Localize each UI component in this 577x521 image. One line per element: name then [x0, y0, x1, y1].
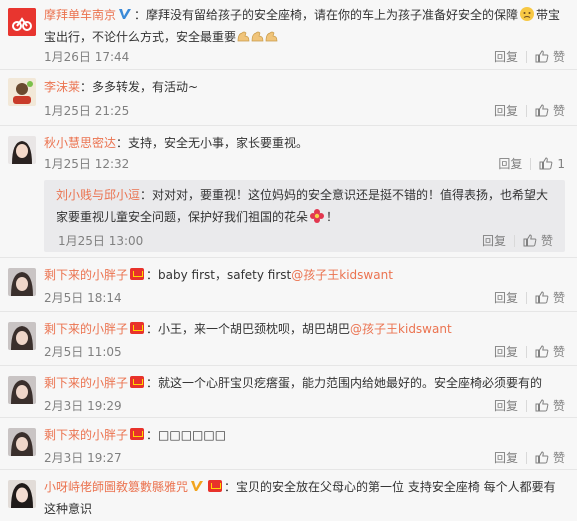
author-name[interactable]: 剩下来的小胖子	[44, 322, 128, 336]
member-badge-icon	[130, 428, 145, 440]
like-label: 赞	[552, 451, 565, 465]
author-name[interactable]: 摩拜单车南京	[44, 8, 116, 22]
divider	[525, 291, 527, 304]
like-button[interactable]: 赞	[535, 449, 565, 466]
member-badge-icon	[130, 322, 145, 334]
divider	[525, 451, 527, 464]
mention-link[interactable]: @孩子王kidswant	[350, 322, 452, 336]
mention-link[interactable]: @孩子王kidswant	[291, 268, 393, 282]
flower-emoji-icon	[310, 209, 325, 223]
comment-text: 刘小贱与邱小逗：对对对，要重视！这位妈妈的安全意识还是挺不错的！值得表扬，也希望…	[56, 188, 549, 224]
verified-badge-icon	[119, 9, 132, 19]
author-name[interactable]: 剩下来的小胖子	[44, 268, 128, 282]
author-name[interactable]: 刘小贱与邱小逗	[56, 188, 140, 202]
reply-button[interactable]: 回复	[494, 397, 518, 414]
like-count: 1	[557, 156, 565, 171]
avatar[interactable]	[8, 322, 36, 350]
reply-button[interactable]: 回复	[494, 48, 518, 65]
comment-item: 小呀峙佬師圖敎篡數縣雅咒 ：宝贝的安全放在父母心的第一位 支持安全座椅 每个人都要…	[0, 470, 577, 521]
avatar[interactable]	[8, 8, 36, 36]
reply-button[interactable]: 回复	[494, 449, 518, 466]
like-button[interactable]: 1	[539, 157, 565, 171]
reply-button[interactable]: 回复	[498, 155, 522, 172]
author-name[interactable]: 秋小慧思密达	[44, 136, 116, 150]
divider	[525, 399, 527, 412]
avatar[interactable]	[8, 136, 36, 164]
comment-time: 1月25日 21:25	[44, 104, 130, 118]
author-name[interactable]: 李沫莱	[44, 80, 80, 94]
comment-time: 1月25日 12:32	[44, 157, 130, 171]
like-button[interactable]: 赞	[523, 232, 553, 249]
reply-button[interactable]: 回复	[482, 232, 506, 249]
member-badge-icon	[130, 376, 145, 388]
avatar[interactable]	[8, 428, 36, 456]
comment-text: 小呀峙佬師圖敎篡數縣雅咒 ：宝贝的安全放在父母心的第一位 支持安全座椅 每个人都要…	[44, 480, 556, 516]
like-label: 赞	[552, 345, 565, 359]
avatar[interactable]	[8, 78, 36, 106]
comment-time: 1月25日 13:00	[58, 234, 144, 248]
comment-time: 1月26日 17:44	[44, 50, 130, 64]
comment-text: 剩下来的小胖子 ：就这一个心肝宝贝疙瘩蛋，能力范围内给她最好的。安全座椅必须要有的	[44, 376, 543, 390]
thumbs-up-icon	[535, 451, 549, 464]
comment-text: 剩下来的小胖子 ：□□□□□□	[44, 428, 227, 442]
comment-text: 李沫莱：多多转发，有活动~	[44, 80, 199, 94]
like-label: 赞	[552, 291, 565, 305]
divider	[525, 104, 527, 117]
thumbs-up-icon	[535, 50, 549, 63]
divider	[513, 234, 515, 247]
avatar[interactable]	[8, 268, 36, 296]
comment-item: 剩下来的小胖子 ：小王，来一个胡巴颈枕呗，胡巴胡巴@孩子王kidswant 2月5…	[0, 312, 577, 366]
comment-text: 剩下来的小胖子 ：小王，来一个胡巴颈枕呗，胡巴胡巴@孩子王kidswant	[44, 322, 452, 336]
comment-list: 摩拜单车南京 ：摩拜没有留给孩子的安全座椅，请在你的车上为孩子准备好安全的保障 带宝…	[0, 0, 577, 521]
comment-item: 剩下来的小胖子 ：baby first，safety first@孩子王kidsw…	[0, 258, 577, 312]
thumbs-up-icon	[539, 157, 553, 170]
reply-button[interactable]: 回复	[494, 343, 518, 360]
like-label: 赞	[540, 234, 553, 248]
avatar[interactable]	[8, 480, 36, 508]
verified-badge-icon	[191, 481, 204, 491]
thumbs-up-icon	[535, 291, 549, 304]
nested-reply: 刘小贱与邱小逗：对对对，要重视！这位妈妈的安全意识还是挺不错的！值得表扬，也希望…	[44, 180, 565, 252]
strong-arm-emoji-icon	[237, 31, 278, 42]
reply-button[interactable]: 回复	[494, 102, 518, 119]
author-name[interactable]: 剩下来的小胖子	[44, 428, 128, 442]
comment-text: 剩下来的小胖子 ：baby first，safety first@孩子王kidsw…	[44, 268, 393, 282]
comment-time: 2月5日 18:14	[44, 291, 122, 305]
comment-text: 秋小慧思密达：支持，安全无小事，家长要重视。	[44, 136, 309, 150]
comment-item: 李沫莱：多多转发，有活动~ 1月25日 21:25 回复 赞	[0, 70, 577, 126]
comment-time: 2月5日 11:05	[44, 345, 122, 359]
divider	[525, 50, 527, 63]
comment-item: 剩下来的小胖子 ：就这一个心肝宝贝疙瘩蛋，能力范围内给她最好的。安全座椅必须要有的…	[0, 366, 577, 418]
like-button[interactable]: 赞	[535, 343, 565, 360]
comment-time: 2月3日 19:27	[44, 451, 122, 465]
comment-item: 剩下来的小胖子 ：□□□□□□ 2月3日 19:27 回复 赞	[0, 418, 577, 470]
like-label: 赞	[552, 399, 565, 413]
author-name[interactable]: 小呀峙佬師圖敎篡數縣雅咒	[44, 480, 188, 494]
member-badge-icon	[130, 268, 145, 280]
thumbs-up-icon	[535, 399, 549, 412]
like-button[interactable]: 赞	[535, 102, 565, 119]
divider	[525, 345, 527, 358]
thumbs-up-icon	[523, 234, 537, 247]
avatar[interactable]	[8, 376, 36, 404]
worried-emoji-icon	[520, 7, 535, 21]
divider	[530, 157, 532, 170]
thumbs-up-icon	[535, 345, 549, 358]
comment-item: 摩拜单车南京 ：摩拜没有留给孩子的安全座椅，请在你的车上为孩子准备好安全的保障 带宝…	[0, 0, 577, 70]
like-label: 赞	[552, 104, 565, 118]
thumbs-up-icon	[535, 104, 549, 117]
like-button[interactable]: 赞	[535, 289, 565, 306]
member-badge-icon	[208, 480, 223, 492]
comment-time: 2月3日 19:29	[44, 399, 122, 413]
author-name[interactable]: 剩下来的小胖子	[44, 376, 128, 390]
comment-text: 摩拜单车南京 ：摩拜没有留给孩子的安全座椅，请在你的车上为孩子准备好安全的保障 带宝…	[44, 7, 561, 44]
like-button[interactable]: 赞	[535, 397, 565, 414]
like-label: 赞	[552, 50, 565, 64]
reply-button[interactable]: 回复	[494, 289, 518, 306]
like-button[interactable]: 赞	[535, 48, 565, 65]
comment-item: 秋小慧思密达：支持，安全无小事，家长要重视。 1月25日 12:32 回复 1 …	[0, 126, 577, 258]
